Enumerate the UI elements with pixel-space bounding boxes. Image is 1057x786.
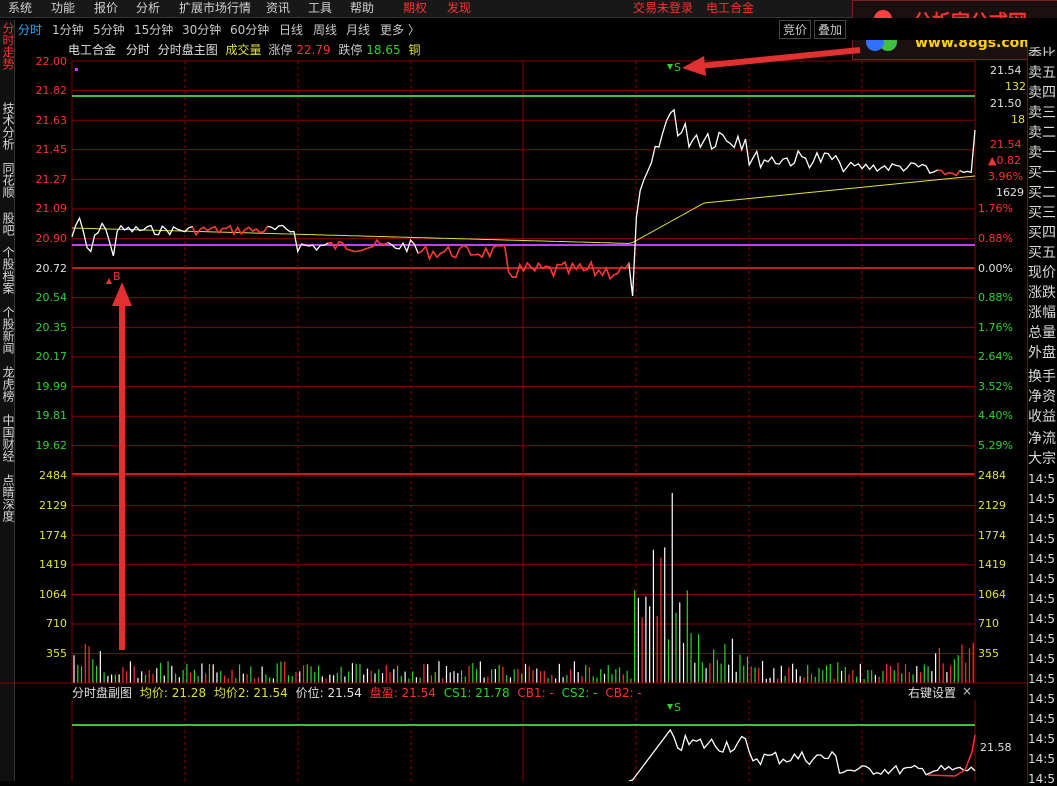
sub-cs2: CS2: - bbox=[561, 686, 598, 700]
trade-time: 14:5 bbox=[1028, 492, 1055, 506]
buy-marker-label: B bbox=[113, 270, 121, 283]
panel-label: 买四 bbox=[1028, 225, 1056, 241]
trade-time: 14:5 bbox=[1028, 472, 1055, 486]
trade-time: 14:5 bbox=[1028, 572, 1055, 586]
sub-pl-value: 21.54 bbox=[401, 686, 436, 700]
trade-time: 14:5 bbox=[1028, 532, 1055, 546]
buy-marker-icon bbox=[106, 278, 112, 284]
sub-settings[interactable]: 右键设置 bbox=[908, 684, 956, 701]
panel-label: 外盘 bbox=[1028, 345, 1056, 361]
trade-time: 14:5 bbox=[1028, 692, 1055, 706]
sub-close-icon[interactable]: × bbox=[962, 684, 972, 698]
trade-time: 14:5 bbox=[1028, 552, 1055, 566]
sell-marker-label: S bbox=[674, 61, 681, 74]
sub-cs1: CS1: 21.78 bbox=[443, 686, 510, 700]
panel-label: 卖四 bbox=[1028, 85, 1056, 101]
panel-label: 现价 bbox=[1028, 265, 1056, 281]
trade-time: 14:5 bbox=[1028, 712, 1055, 726]
trade-time: 14:5 bbox=[1028, 612, 1055, 626]
panel-label: 涨幅 bbox=[1028, 305, 1056, 321]
panel-label: 净资 bbox=[1028, 389, 1056, 405]
sub-avg2-value: 21.54 bbox=[253, 686, 288, 700]
sub-pl-label: 盘盈: bbox=[369, 686, 398, 700]
panel-label: 卖五 bbox=[1028, 65, 1056, 81]
sub-title[interactable]: 分时盘副图 bbox=[72, 686, 132, 700]
right-quote-panel: 委比 卖五 卖四 卖三 卖二 卖一 买一 买二 买三 买四 买五 现价 涨跌 涨… bbox=[1027, 40, 1057, 786]
panel-label: 卖一 bbox=[1028, 145, 1056, 161]
panel-label: 换手 bbox=[1028, 369, 1056, 385]
sell-marker-icon bbox=[667, 64, 673, 70]
sub-sell-marker-label: S bbox=[674, 701, 681, 714]
buy-arrow-head-icon bbox=[112, 282, 132, 306]
panel-label: 涨跌 bbox=[1028, 285, 1056, 301]
panel-label: 买二 bbox=[1028, 185, 1056, 201]
price-line-below-avg bbox=[191, 169, 961, 281]
sub-sell-marker-icon bbox=[667, 704, 673, 710]
trade-time: 14:5 bbox=[1028, 652, 1055, 666]
sell-arrow bbox=[699, 47, 861, 69]
panel-label: 净流 bbox=[1028, 431, 1056, 447]
sub-chart-info: 分时盘副图 均价: 21.28 均价2: 21.54 价位: 21.54 盘盈:… bbox=[72, 684, 642, 700]
panel-top-partial: 委比 bbox=[1028, 47, 1056, 56]
sub-price-value: 21.54 bbox=[327, 686, 362, 700]
sub-price-label: 价位: bbox=[295, 686, 324, 700]
price-segment-red bbox=[937, 169, 961, 177]
sub-price-line bbox=[628, 728, 976, 781]
trade-time: 14:5 bbox=[1028, 632, 1055, 646]
intraday-chart bbox=[0, 47, 1027, 781]
corner-dot bbox=[75, 68, 78, 71]
volume-bars bbox=[73, 493, 974, 683]
sell-arrow-head-icon bbox=[682, 56, 706, 76]
sub-avg2-label: 均价2: bbox=[213, 686, 250, 700]
panel-label: 收益 bbox=[1028, 409, 1056, 425]
panel-label: 买五 bbox=[1028, 245, 1056, 261]
trade-time: 14:5 bbox=[1028, 512, 1055, 526]
sub-cb1: CB1: - bbox=[517, 686, 554, 700]
sub-avg-value: 21.28 bbox=[171, 686, 207, 700]
panel-label: 总量 bbox=[1028, 325, 1056, 341]
panel-label: 卖二 bbox=[1028, 125, 1056, 141]
panel-label: 买一 bbox=[1028, 165, 1056, 181]
sub-cb2: CB2: - bbox=[605, 686, 642, 700]
panel-label: 大宗 bbox=[1028, 451, 1056, 467]
sub-avg-label: 均价: bbox=[139, 686, 168, 700]
trade-time: 14:5 bbox=[1028, 672, 1055, 686]
panel-label: 卖三 bbox=[1028, 105, 1056, 121]
trade-time: 14:5 bbox=[1028, 752, 1055, 766]
trade-time: 14:5 bbox=[1028, 732, 1055, 746]
trade-time: 14:5 bbox=[1028, 592, 1055, 606]
panel-label: 买三 bbox=[1028, 205, 1056, 221]
chart-grid bbox=[71, 60, 976, 781]
trade-time: 14:5 bbox=[1028, 772, 1055, 786]
